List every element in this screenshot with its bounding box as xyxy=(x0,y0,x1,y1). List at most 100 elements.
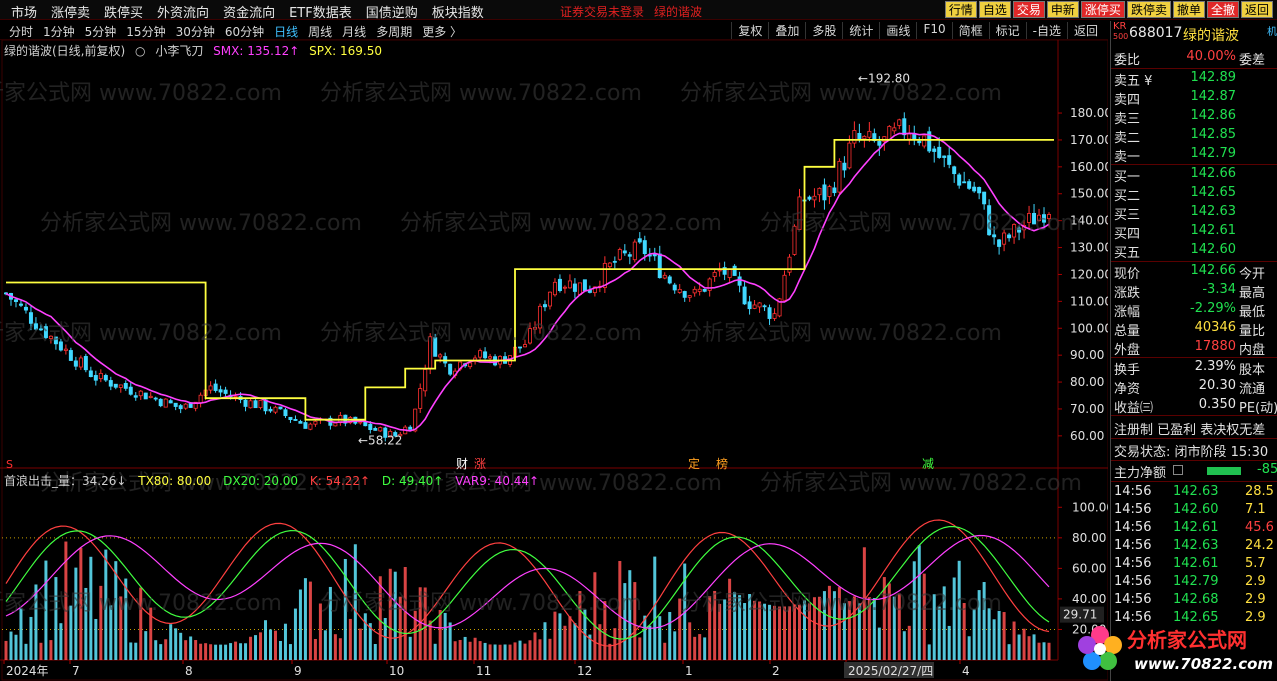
stat2-row-2-value: 0.350 xyxy=(1198,397,1236,412)
stat2-row-2-right: PE(动) xyxy=(1239,401,1277,416)
stock-suffix: 机 xyxy=(1267,27,1277,38)
period-tab-4[interactable]: 30分钟 xyxy=(171,23,220,40)
menu-item-5[interactable]: ETF数据表 xyxy=(282,2,359,21)
tick-price: 142.79 xyxy=(1173,574,1219,589)
candle-body xyxy=(737,276,742,286)
notice-stock: 绿的谐波 xyxy=(654,5,703,19)
candle-body xyxy=(812,195,817,201)
period-tab-2[interactable]: 5分钟 xyxy=(80,23,122,40)
chart-tool-5[interactable]: F10 xyxy=(916,22,951,39)
notice-login[interactable]: 证券交易未登录 xyxy=(560,3,644,20)
chart-tool-6[interactable]: 简框 xyxy=(951,22,989,39)
candle-body xyxy=(133,395,138,398)
period-tab-6[interactable]: 日线 xyxy=(269,23,303,40)
candle-body xyxy=(887,126,892,140)
d-value: D: 49.40↑ xyxy=(381,474,444,488)
period-tab-1[interactable]: 1分钟 xyxy=(38,23,80,40)
candle-body xyxy=(687,295,692,298)
chart-tool-8[interactable]: -自选 xyxy=(1025,22,1067,39)
chart-tool-9[interactable]: 返回 xyxy=(1066,22,1104,39)
k-line xyxy=(5,519,1050,647)
period-tab-3[interactable]: 15分钟 xyxy=(121,23,170,40)
top-button-5[interactable]: 跌停卖 xyxy=(1126,1,1171,18)
menu-item-2[interactable]: 跌停买 xyxy=(97,2,150,21)
menu-item-7[interactable]: 板块指数 xyxy=(425,2,491,21)
tick-volume: 2.9 xyxy=(1245,574,1266,589)
candle-body xyxy=(637,238,642,243)
tick-time: 14:56 xyxy=(1114,538,1152,553)
candle-body xyxy=(842,162,847,171)
tick-time: 14:56 xyxy=(1114,502,1152,517)
volume-bar xyxy=(29,616,33,660)
kline-chart[interactable]: 60.00 70.00 80.00 90.00 100.00 110.00 120.00 13… xyxy=(0,40,1108,681)
candle-body xyxy=(268,408,273,412)
top-button-8[interactable]: 返回 xyxy=(1240,1,1273,18)
sub-tick-label: 80.00 xyxy=(1072,531,1106,545)
chart-tool-1[interactable]: 叠加 xyxy=(768,22,805,39)
candle-body xyxy=(113,383,118,388)
time-tick-label: 10 xyxy=(389,664,404,678)
volume-bar xyxy=(528,640,532,660)
menu-item-1[interactable]: 涨停卖 xyxy=(44,2,97,21)
top-button-1[interactable]: 自选 xyxy=(978,1,1011,18)
volume-bar xyxy=(323,630,327,660)
stat-row-4: 外盘 17880 内盘 xyxy=(1111,339,1277,358)
period-tab-7[interactable]: 周线 xyxy=(303,23,337,40)
volume-bar xyxy=(239,643,243,660)
period-tab-5[interactable]: 60分钟 xyxy=(220,23,269,40)
volume-bar xyxy=(199,643,203,660)
candle-body xyxy=(78,357,83,368)
candle-body xyxy=(612,260,617,263)
price-tick-label: 160.00 xyxy=(1070,160,1108,174)
tick-row: 14:56 142.61 5.7 xyxy=(1111,556,1277,574)
watermark-text: 分析家公式网 www.70822.com xyxy=(680,321,1002,346)
volume-bar xyxy=(563,625,567,660)
menu-item-6[interactable]: 国债逆购 xyxy=(359,2,425,21)
candle-body xyxy=(892,127,897,132)
low-label: ←58.22 xyxy=(358,434,402,448)
candle-body xyxy=(198,394,203,404)
time-tick-label: 1 xyxy=(685,664,693,678)
volume-bar xyxy=(184,640,188,660)
stat2-row-2: 收益㈢ 0.350 PE(动) xyxy=(1111,397,1277,416)
candle-body xyxy=(702,288,707,292)
candle-body xyxy=(767,307,772,319)
candle-body xyxy=(567,280,572,289)
menu-item-3[interactable]: 外资流向 xyxy=(150,2,216,21)
top-button-3[interactable]: 申新 xyxy=(1046,1,1079,18)
candle-body xyxy=(897,119,902,126)
period-tab-0[interactable]: 分时 xyxy=(4,23,38,40)
top-button-4[interactable]: 涨停买 xyxy=(1080,1,1125,18)
chart-tool-3[interactable]: 统计 xyxy=(842,22,879,39)
candle-body xyxy=(253,400,258,409)
volume-bar xyxy=(877,627,881,660)
candle-body xyxy=(877,141,882,146)
chart-tool-2[interactable]: 多股 xyxy=(805,22,842,39)
top-button-2[interactable]: 交易 xyxy=(1012,1,1045,18)
sub-indicator-name[interactable]: 首浪出击_量：34.26↓ xyxy=(4,474,126,488)
candle-body xyxy=(13,299,18,302)
price-tick-label: 90.00 xyxy=(1070,348,1104,362)
volume-bar xyxy=(947,625,951,660)
volume-bar xyxy=(688,622,692,660)
candle-body xyxy=(88,370,93,378)
period-tab-8[interactable]: 月线 xyxy=(337,23,371,40)
candle-body xyxy=(607,262,612,268)
top-menu-bar: 市场 涨停卖 跌停买 外资流向 资金流向 ETF数据表 国债逆购 板块指数 证券交易未登录 绿… xyxy=(0,0,1277,21)
chart-tool-0[interactable]: 复权 xyxy=(731,22,768,39)
chart-tool-4[interactable]: 画线 xyxy=(879,22,916,39)
volume-bar xyxy=(348,618,352,660)
candle-body xyxy=(273,406,278,413)
volume-bar xyxy=(358,628,362,660)
menu-item-0[interactable]: 市场 xyxy=(4,2,44,21)
time-tick-label: 2024年 xyxy=(6,664,49,678)
top-button-6[interactable]: 撤单 xyxy=(1172,1,1205,18)
top-button-0[interactable]: 行情 xyxy=(944,1,977,18)
menu-item-4[interactable]: 资金流向 xyxy=(216,2,282,21)
period-tab-9[interactable]: 多周期 xyxy=(371,23,417,40)
candle-body xyxy=(488,356,493,359)
chart-tool-7[interactable]: 标记 xyxy=(988,22,1026,39)
period-tab-10[interactable]: 更多 〉 xyxy=(417,23,467,40)
candle-body xyxy=(248,400,253,409)
top-button-7[interactable]: 全撤 xyxy=(1206,1,1239,18)
